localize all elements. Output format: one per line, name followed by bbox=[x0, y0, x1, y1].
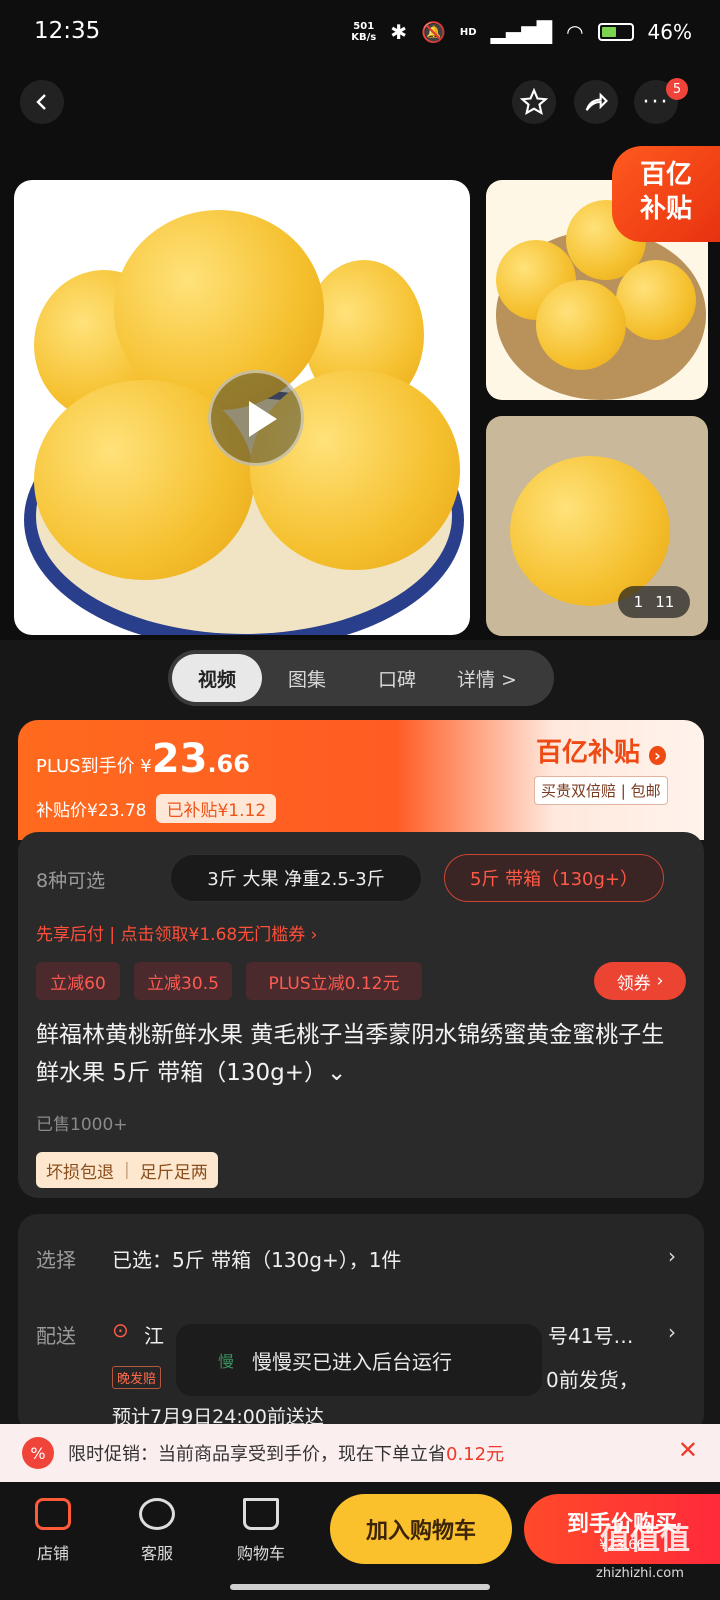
cart-button[interactable]: 购物车 bbox=[226, 1498, 296, 1564]
location-pin-icon: ⊙ bbox=[112, 1318, 129, 1342]
favorite-button[interactable] bbox=[512, 80, 556, 124]
plus-discount-tag: PLUS立减0.12元 bbox=[246, 962, 422, 1000]
discount-tag: 立减60 bbox=[36, 962, 120, 1000]
chat-icon bbox=[139, 1498, 175, 1530]
brand-subsidy-link[interactable]: 百亿补贴 › bbox=[536, 732, 666, 769]
subsidy-price-line: 补贴价¥23.78 已补贴¥1.12 bbox=[36, 794, 277, 823]
share-icon bbox=[585, 92, 608, 111]
delivery-address-start[interactable]: 江 bbox=[144, 1320, 164, 1349]
status-icons: 501 KB/s ✱ 🔕 HD ▂▄▆█ ◠ 46% bbox=[351, 20, 692, 44]
brand-subsidy-guarantee: 买贵双倍赔 | 包邮 bbox=[534, 776, 668, 805]
hd-label: HD bbox=[459, 26, 477, 38]
chevron-left-icon bbox=[36, 94, 46, 110]
close-icon[interactable]: ✕ bbox=[678, 1436, 698, 1464]
promo-bar: % 限时促销：当前商品享受到手价，现在下单立省 0.12元 ✕ bbox=[0, 1424, 720, 1482]
subsidy-corner-badge: 百亿 补贴 bbox=[612, 146, 720, 242]
option-count: 8种可选 bbox=[36, 870, 106, 892]
watermark-url: zhizhizhi.com bbox=[596, 1566, 684, 1581]
chevron-right-icon: › bbox=[649, 746, 666, 765]
play-video-button[interactable] bbox=[208, 370, 304, 466]
mute-icon: 🔕 bbox=[420, 20, 446, 44]
product-title: 鲜福林黄桃新鲜水果 黄毛桃子当季蒙阴水锦绣蜜黄金蜜桃子生鲜水果 5斤 带箱（13… bbox=[36, 1022, 665, 1086]
select-label: 选择 bbox=[36, 1248, 76, 1272]
add-to-cart-button[interactable]: 加入购物车 bbox=[330, 1494, 512, 1564]
battery-percent: 46% bbox=[647, 20, 692, 44]
coupon-link[interactable]: 先享后付 | 点击领取¥1.68无门槛券 › bbox=[36, 920, 317, 945]
wifi-icon: ◠ bbox=[566, 20, 584, 44]
tab-gallery[interactable]: 图集 bbox=[262, 654, 352, 702]
share-button[interactable] bbox=[574, 80, 618, 124]
guarantee-badge: 坏损包退 | 足斤足两 bbox=[36, 1152, 218, 1188]
chevron-right-icon[interactable]: › bbox=[668, 1244, 676, 1268]
discount-icon: % bbox=[22, 1437, 54, 1469]
signal-icon: ▂▄▆█ bbox=[490, 20, 553, 44]
home-indicator[interactable] bbox=[230, 1584, 490, 1590]
back-button[interactable] bbox=[20, 80, 64, 124]
variant-option-3jin[interactable]: 3斤 大果 净重2.5-3斤 bbox=[170, 854, 422, 902]
status-time: 12:35 bbox=[34, 18, 101, 44]
chevron-right-icon: › bbox=[656, 971, 664, 991]
star-icon bbox=[520, 88, 548, 116]
bluetooth-icon: ✱ bbox=[390, 20, 407, 44]
selected-variant[interactable]: 已选：5斤 带箱（130g+），1件 bbox=[112, 1244, 401, 1273]
background-toast: 慢 慢慢买已进入后台运行 bbox=[176, 1324, 542, 1396]
shop-icon bbox=[35, 1498, 71, 1530]
app-icon: 慢 bbox=[218, 1352, 235, 1371]
main-product-image[interactable] bbox=[14, 180, 470, 635]
ship-time: 0前发货， bbox=[546, 1368, 639, 1392]
tab-reviews[interactable]: 口碑 bbox=[352, 654, 442, 702]
network-speed: 501 KB/s bbox=[351, 21, 377, 43]
tab-video[interactable]: 视频 bbox=[172, 654, 262, 702]
tab-details[interactable]: 详情 > bbox=[442, 654, 532, 702]
delivery-address-end[interactable]: 号41号… bbox=[548, 1320, 633, 1349]
cart-icon bbox=[243, 1498, 279, 1530]
sold-count: 已售1000+ bbox=[36, 1115, 128, 1135]
product-gallery: 1 11 bbox=[0, 170, 720, 640]
subsidized-pill: 已补贴¥1.12 bbox=[156, 794, 277, 823]
delivery-label: 配送 bbox=[36, 1324, 76, 1348]
plus-price: PLUS到手价 ¥23.66 bbox=[36, 736, 250, 782]
shop-button[interactable]: 店铺 bbox=[18, 1498, 88, 1564]
status-bar: 12:35 501 KB/s ✱ 🔕 HD ▂▄▆█ ◠ 46% bbox=[0, 0, 720, 64]
chevron-right-icon[interactable]: › bbox=[668, 1320, 676, 1344]
battery-icon bbox=[597, 23, 634, 41]
more-icon: ··· bbox=[642, 89, 670, 115]
more-badge: 5 bbox=[666, 78, 688, 100]
customer-service-button[interactable]: 客服 bbox=[122, 1498, 192, 1564]
get-coupon-button[interactable]: 领券 › bbox=[594, 962, 686, 1000]
media-tabs: 视频 图集 口碑 详情 > bbox=[168, 650, 554, 706]
image-counter: 1 11 bbox=[618, 586, 690, 618]
variant-option-5jin[interactable]: 5斤 带箱（130g+） bbox=[444, 854, 664, 902]
discount-tag: 立减30.5 bbox=[134, 962, 232, 1000]
late-delivery-compensation-tag: 晚发赔 bbox=[112, 1366, 162, 1389]
watermark: 值值值 bbox=[600, 1522, 690, 1557]
gallery-thumbnail-2[interactable]: 1 11 bbox=[486, 416, 708, 636]
